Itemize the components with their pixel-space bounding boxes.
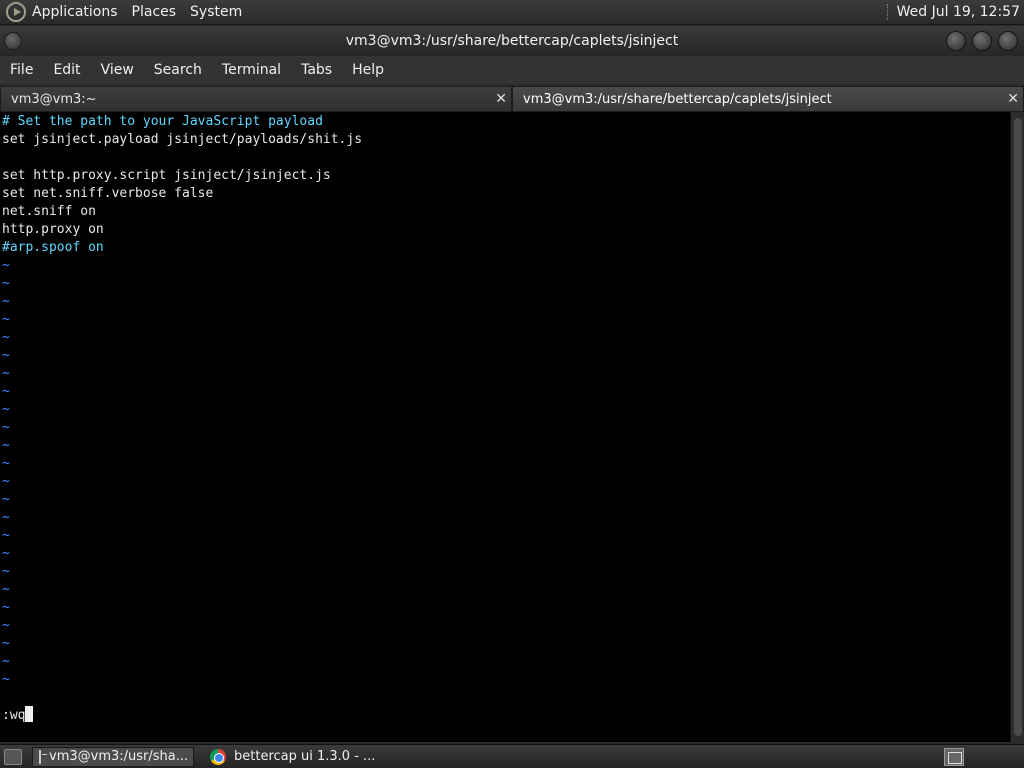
tab-bar: vm3@vm3:~ ✕ vm3@vm3:/usr/share/bettercap… xyxy=(0,86,1024,112)
applications-logo-icon[interactable] xyxy=(6,2,26,22)
close-icon[interactable]: ✕ xyxy=(495,91,507,107)
editor-line: net.sniff on xyxy=(2,204,96,219)
taskbar-item-terminal[interactable]: vm3@vm3:/usr/sha... xyxy=(32,746,194,767)
menu-edit[interactable]: Edit xyxy=(43,62,90,78)
tab-home[interactable]: vm3@vm3:~ ✕ xyxy=(0,86,512,112)
tilde-line: ~ xyxy=(2,420,10,435)
editor-line: set net.sniff.verbose false xyxy=(2,186,214,201)
tilde-line: ~ xyxy=(2,294,10,309)
tilde-line: ~ xyxy=(2,366,10,381)
top-panel: Applications Places System Wed Jul 19, 1… xyxy=(0,0,1024,25)
scrollbar-thumb[interactable] xyxy=(1014,118,1022,736)
tilde-line: ~ xyxy=(2,312,10,327)
tilde-line: ~ xyxy=(2,582,10,597)
tilde-line: ~ xyxy=(2,528,10,543)
window-controls xyxy=(946,31,1018,51)
tilde-line: ~ xyxy=(2,564,10,579)
tilde-line: ~ xyxy=(2,384,10,399)
tilde-line: ~ xyxy=(2,654,10,669)
tilde-line: ~ xyxy=(2,600,10,615)
tilde-line: ~ xyxy=(2,348,10,363)
tilde-line: ~ xyxy=(2,402,10,417)
tilde-line: ~ xyxy=(2,618,10,633)
chrome-icon xyxy=(210,748,226,765)
window-titlebar[interactable]: vm3@vm3:/usr/share/bettercap/caplets/jsi… xyxy=(0,26,1024,56)
tilde-line: ~ xyxy=(2,546,10,561)
window-title: vm3@vm3:/usr/share/bettercap/caplets/jsi… xyxy=(345,33,679,49)
show-desktop-icon[interactable] xyxy=(4,748,22,765)
tilde-line: ~ xyxy=(2,276,10,291)
tab-label: vm3@vm3:~ xyxy=(11,91,97,107)
menu-system[interactable]: System xyxy=(190,4,242,20)
terminal-scrollbar[interactable] xyxy=(1010,112,1024,742)
tilde-line: ~ xyxy=(2,474,10,489)
menu-search[interactable]: Search xyxy=(144,62,212,78)
editor-line: set jsinject.payload jsinject/payloads/s… xyxy=(2,132,363,147)
taskbar-item-chrome[interactable]: bettercap ui 1.3.0 - ... xyxy=(204,747,381,767)
editor-line: http.proxy on xyxy=(2,222,104,237)
menu-view[interactable]: View xyxy=(91,62,144,78)
taskbar-item-label: bettercap ui 1.3.0 - ... xyxy=(234,749,376,764)
editor-line: # Set the path to your JavaScript payloa… xyxy=(2,114,323,129)
tilde-line: ~ xyxy=(2,636,10,651)
menu-applications[interactable]: Applications xyxy=(32,4,118,20)
maximize-button[interactable] xyxy=(972,31,992,51)
menu-file[interactable]: File xyxy=(0,62,43,78)
panel-separator xyxy=(886,4,889,20)
tab-label: vm3@vm3:/usr/share/bettercap/caplets/jsi… xyxy=(523,91,832,107)
tilde-line: ~ xyxy=(2,456,10,471)
editor-line: set http.proxy.script jsinject/jsinject.… xyxy=(2,168,331,183)
menubar: File Edit View Search Terminal Tabs Help xyxy=(0,56,1024,84)
terminal-area[interactable]: # Set the path to your JavaScript payloa… xyxy=(0,112,1010,742)
menu-tabs[interactable]: Tabs xyxy=(291,62,342,78)
close-icon[interactable]: ✕ xyxy=(1007,91,1019,107)
window-menu-icon[interactable] xyxy=(4,32,22,50)
text-cursor xyxy=(25,706,34,722)
tilde-line: ~ xyxy=(2,672,10,687)
command-text: :wq xyxy=(2,708,26,723)
bottom-taskbar: vm3@vm3:/usr/sha... bettercap ui 1.3.0 -… xyxy=(0,744,1024,768)
command-line[interactable]: :wq xyxy=(2,706,34,724)
menu-help[interactable]: Help xyxy=(342,62,394,78)
tilde-line: ~ xyxy=(2,438,10,453)
tab-jsinject[interactable]: vm3@vm3:/usr/share/bettercap/caplets/jsi… xyxy=(512,86,1024,112)
taskbar-item-label: vm3@vm3:/usr/sha... xyxy=(49,749,189,764)
close-button[interactable] xyxy=(998,31,1018,51)
workspace-switcher-icon[interactable] xyxy=(944,747,964,766)
menu-places[interactable]: Places xyxy=(132,4,177,20)
tilde-line: ~ xyxy=(2,258,10,273)
terminal-icon xyxy=(39,749,47,764)
tilde-line: ~ xyxy=(2,510,10,525)
tilde-line: ~ xyxy=(2,330,10,345)
menu-terminal[interactable]: Terminal xyxy=(212,62,291,78)
minimize-button[interactable] xyxy=(946,31,966,51)
editor-line: #arp.spoof on xyxy=(2,240,104,255)
panel-clock[interactable]: Wed Jul 19, 12:57 xyxy=(897,4,1020,20)
tilde-line: ~ xyxy=(2,492,10,507)
